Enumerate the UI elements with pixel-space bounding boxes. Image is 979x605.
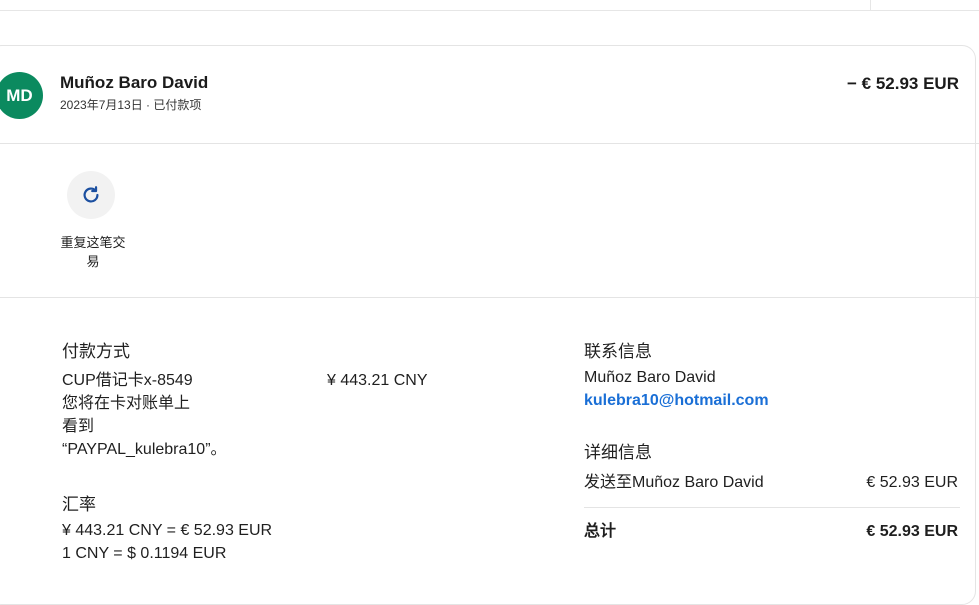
- transaction-amount: − € 52.93 EUR: [847, 74, 959, 93]
- details-divider: [584, 507, 960, 508]
- sent-to-label: 发送至Muñoz Baro David: [584, 474, 764, 491]
- repeat-transaction-label[interactable]: 重复这笔交 易: [56, 233, 130, 271]
- repeat-transaction-button[interactable]: [67, 171, 115, 219]
- transaction-date-status: 2023年7月13日 · 已付款项: [60, 98, 202, 112]
- statement-note-line3: “PAYPAL_kulebra10”。: [62, 441, 227, 458]
- payment-method-title: 付款方式: [62, 342, 130, 361]
- payment-card: CUP借记卡x-8549: [62, 372, 193, 389]
- statement-note-line2: 看到: [62, 418, 95, 435]
- payment-card-amount: ¥ 443.21 CNY: [327, 372, 428, 389]
- top-strip-divider: [870, 0, 871, 10]
- total-amount: € 52.93 EUR: [866, 523, 958, 540]
- transaction-header: MD Muñoz Baro David 2023年7月13日 · 已付款项 − …: [0, 45, 979, 144]
- exchange-rate-line1: ¥ 443.21 CNY = € 52.93 EUR: [62, 522, 273, 539]
- total-label: 总计: [584, 523, 617, 540]
- avatar: MD: [0, 72, 43, 119]
- repeat-label-line2: 易: [86, 254, 100, 269]
- contact-name: Muñoz Baro David: [584, 369, 716, 386]
- actions-section: 重复这笔交 易: [0, 144, 979, 298]
- statement-note-line1: 您将在卡对账单上: [62, 395, 191, 412]
- merchant-name: Muñoz Baro David: [60, 73, 209, 92]
- exchange-rate-line2: 1 CNY = $ 0.1194 EUR: [62, 545, 227, 562]
- top-strip: [0, 0, 979, 11]
- details-section: 付款方式 CUP借记卡x-8549 ¥ 443.21 CNY 您将在卡对账单上 …: [0, 298, 979, 577]
- contact-info-title: 联系信息: [584, 342, 652, 361]
- details-title: 详细信息: [584, 443, 652, 462]
- exchange-rate-title: 汇率: [62, 495, 96, 514]
- refresh-icon: [80, 184, 102, 206]
- contact-email-link[interactable]: kulebra10@hotmail.com: [584, 389, 769, 412]
- repeat-label-line1: 重复这笔交: [60, 235, 126, 250]
- sent-to-amount: € 52.93 EUR: [866, 474, 958, 491]
